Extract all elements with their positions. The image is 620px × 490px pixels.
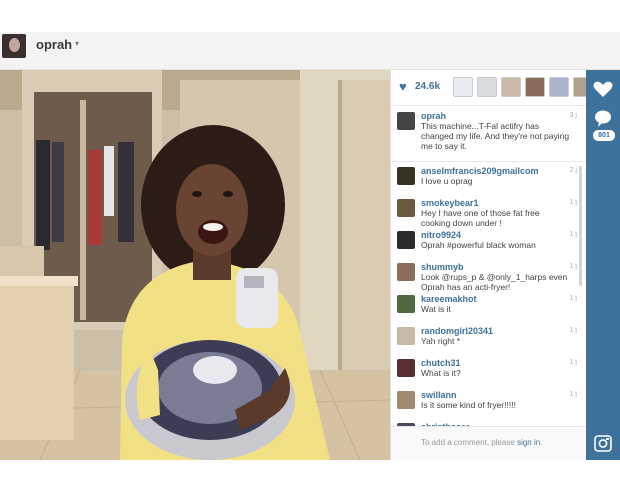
liker-avatar[interactable]	[525, 77, 545, 97]
liker-avatar[interactable]	[501, 77, 521, 97]
add-comment-prefix: To add a comment, please	[421, 438, 518, 447]
action-rail: 801	[586, 70, 620, 460]
comment-text: Look @rups_p & @only_1_harps even Oprah …	[421, 272, 568, 292]
like-button[interactable]	[590, 76, 616, 102]
commenter-avatar[interactable]	[397, 199, 415, 217]
chevron-down-icon[interactable]: ▾	[75, 39, 79, 48]
comment-text: Wat is it	[421, 304, 451, 314]
heart-icon[interactable]: ♥	[399, 79, 407, 94]
post-photo[interactable]	[0, 70, 390, 460]
likes-count[interactable]: 24.6k	[415, 81, 440, 92]
commenter-username[interactable]: kareemakhot	[421, 294, 477, 304]
speech-bubble-icon	[595, 110, 611, 127]
commenter-avatar[interactable]	[397, 327, 415, 345]
instagram-post-view: oprah ▾ ♥ 24.6k oprah 3 j This machine..…	[0, 0, 620, 490]
post-caption: oprah 3 j This machine...T-Fal actifry h…	[391, 106, 587, 162]
comment-timestamp: 2 j	[569, 167, 577, 174]
comment-text: What is it?	[421, 368, 461, 378]
comment-timestamp: 1 j	[569, 327, 577, 334]
likes-bar: ♥ 24.6k	[391, 70, 617, 106]
commenter-avatar[interactable]	[397, 167, 415, 185]
commenter-username[interactable]: smokeybear1	[421, 198, 479, 208]
comment-timestamp: 1 j	[569, 263, 577, 270]
post-header: oprah ▾	[0, 32, 620, 70]
comment-row: randomgirl20341 1 j Yah right *	[391, 324, 587, 356]
commenter-avatar[interactable]	[397, 391, 415, 409]
comments-panel: ♥ 24.6k oprah 3 j This machine...T-Fal a…	[390, 70, 617, 460]
instagram-logo-button[interactable]	[590, 430, 616, 456]
comment-button[interactable]	[590, 106, 616, 132]
commenter-username[interactable]: randomgirl20341	[421, 326, 493, 336]
liker-avatar[interactable]	[477, 77, 497, 97]
comment-text: I love u oprag	[421, 176, 473, 186]
header-username[interactable]: oprah	[36, 37, 72, 52]
add-comment-suffix: .	[540, 438, 543, 447]
comment-text: Is it some kind of fryer!!!!!	[421, 400, 516, 410]
commenter-avatar[interactable]	[397, 263, 415, 281]
comment-row: smokeybear1 1 j Hey I have one of those fa…	[391, 196, 587, 228]
caption-text: This machine...T-Fal actifry has changed…	[421, 121, 570, 151]
liker-avatar[interactable]	[453, 77, 473, 97]
instagram-camera-icon	[594, 435, 612, 452]
comment-row: shummyb 1 j Look @rups_p & @only_1_harps e…	[391, 260, 587, 292]
caption-avatar[interactable]	[397, 112, 415, 130]
photo-illustration	[0, 70, 390, 460]
commenter-username[interactable]: chutch31	[421, 358, 461, 368]
comment-row: chutch31 1 j What is it?	[391, 356, 587, 388]
comment-timestamp: 1 j	[569, 231, 577, 238]
caption-username[interactable]: oprah	[421, 111, 446, 121]
commenter-username[interactable]: nitro9924	[421, 230, 461, 240]
commenter-avatar[interactable]	[397, 295, 415, 313]
comment-timestamp: 1 j	[569, 295, 577, 302]
commenter-avatar[interactable]	[397, 359, 415, 377]
comment-row: kareemakhot 1 j Wat is it	[391, 292, 587, 324]
comment-timestamp: 1 j	[569, 199, 577, 206]
comment-count-badge: 801	[593, 130, 615, 141]
comment-text: Hey I have one of those fat free cooking…	[421, 208, 540, 228]
sign-in-link[interactable]: sign in	[517, 438, 540, 447]
comment-scrollbar[interactable]	[579, 166, 582, 286]
comment-timestamp: 1 j	[569, 391, 577, 398]
add-comment-bar: To add a comment, please sign in.	[391, 426, 587, 460]
comment-text: Oprah #powerful black woman	[421, 240, 536, 250]
commenter-username[interactable]: swillann	[421, 390, 457, 400]
commenter-username[interactable]: anselmfrancis209gmailcom	[421, 166, 539, 176]
comment-list[interactable]: anselmfrancis209gmailcom 2 j I love u opra…	[391, 162, 587, 426]
commenter-avatar[interactable]	[397, 231, 415, 249]
user-avatar[interactable]	[2, 34, 26, 58]
commenter-username[interactable]: shummyb	[421, 262, 464, 272]
heart-icon	[593, 81, 613, 97]
comment-row: nitro9924 1 j Oprah #powerful black woman	[391, 228, 587, 260]
comment-row: swillann 1 j Is it some kind of fryer!!!!!	[391, 388, 587, 420]
liker-avatar[interactable]	[549, 77, 569, 97]
add-comment-prompt: To add a comment, please sign in.	[421, 438, 542, 447]
comment-text: Yah right *	[421, 336, 461, 346]
comment-row: anselmfrancis209gmailcom 2 j I love u opra…	[391, 164, 587, 196]
caption-timestamp: 3 j	[569, 112, 577, 119]
comment-timestamp: 1 j	[569, 359, 577, 366]
